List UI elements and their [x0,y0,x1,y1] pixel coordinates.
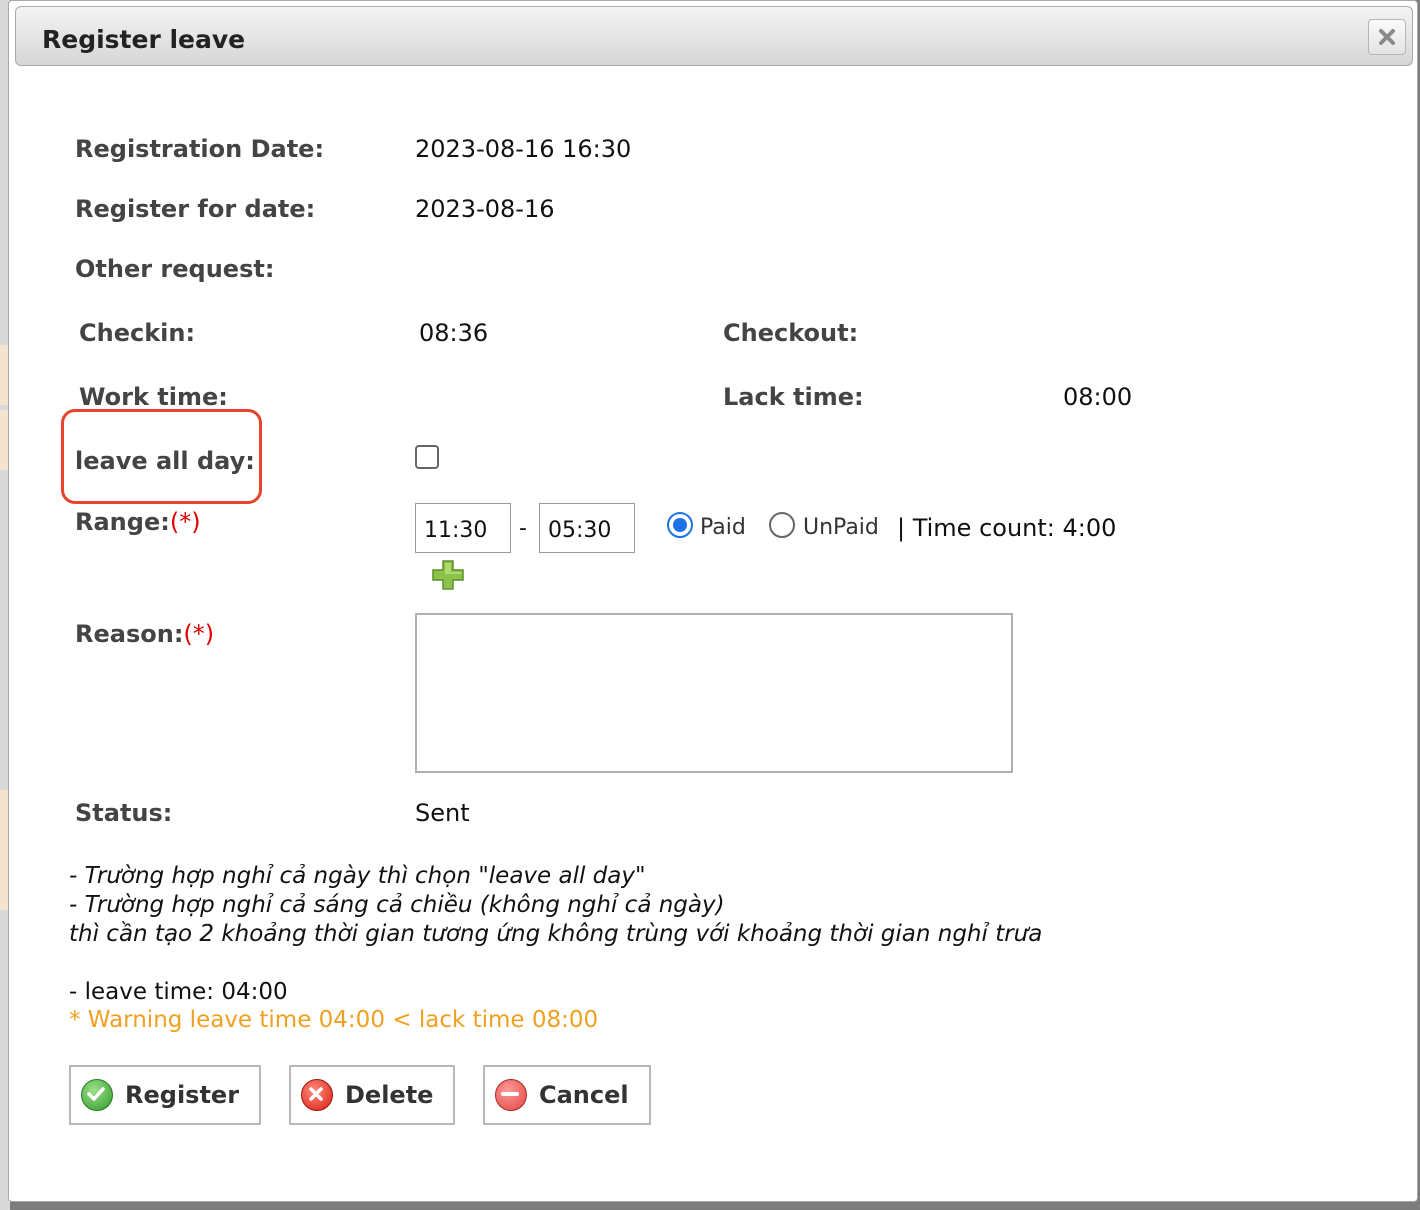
dialog-titlebar[interactable]: Register leave [15,6,1413,66]
unpaid-radio[interactable] [769,512,795,538]
delete-x-icon [301,1079,333,1111]
leave-time-text: - leave time: 04:00 [69,979,288,1005]
lack-time-value: 08:00 [1063,383,1133,411]
status-label: Status: [75,799,173,827]
note-line-3: thì cần tạo 2 khoảng thời gian tương ứng… [69,921,1043,947]
register-leave-dialog: Register leave Registration Date: 2023-0… [8,0,1418,1202]
required-marker: (*) [183,620,215,648]
leave-all-day-label: leave all day: [75,447,255,475]
close-icon [1379,29,1395,45]
other-request-label: Other request: [75,255,275,283]
close-button[interactable] [1368,19,1406,55]
add-range-button[interactable] [431,559,465,591]
reason-label: Reason:(*) [75,620,215,648]
registration-date-value: 2023-08-16 16:30 [415,135,632,163]
checkin-label: Checkin: [79,319,196,347]
range-separator: - [519,516,527,541]
delete-button[interactable]: Delete [289,1065,455,1125]
cancel-button-label: Cancel [539,1081,629,1109]
paid-label[interactable]: Paid [700,515,746,540]
register-for-date-label: Register for date: [75,195,316,223]
work-time-label: Work time: [79,383,228,411]
required-marker: (*) [169,508,201,536]
registration-date-label: Registration Date: [75,135,325,163]
note-line-2: - Trường hợp nghỉ cả sáng cả chiều (khôn… [69,892,725,918]
warning-text: * Warning leave time 04:00 < lack time 0… [69,1007,599,1033]
plus-icon [432,560,464,590]
delete-button-label: Delete [345,1081,434,1109]
register-button-label: Register [125,1081,240,1109]
lack-time-label: Lack time: [723,383,864,411]
leave-all-day-checkbox[interactable] [415,445,439,469]
cancel-minus-icon [495,1079,527,1111]
status-value: Sent [415,799,470,827]
time-count: | Time count: 4:00 [897,514,1117,542]
reason-textarea[interactable] [415,613,1013,773]
range-label: Range:(*) [75,508,201,536]
range-start-input[interactable] [415,503,511,553]
dialog-title: Register leave [42,25,246,54]
paid-radio[interactable] [667,512,693,538]
register-button[interactable]: Register [69,1065,261,1125]
cancel-button[interactable]: Cancel [483,1065,651,1125]
check-icon [81,1079,113,1111]
checkout-label: Checkout: [723,319,859,347]
checkin-value: 08:36 [419,319,489,347]
unpaid-label[interactable]: UnPaid [803,515,879,540]
note-line-1: - Trường hợp nghỉ cả ngày thì chọn "leav… [69,863,646,889]
range-end-input[interactable] [539,503,635,553]
register-for-date-value: 2023-08-16 [415,195,555,223]
